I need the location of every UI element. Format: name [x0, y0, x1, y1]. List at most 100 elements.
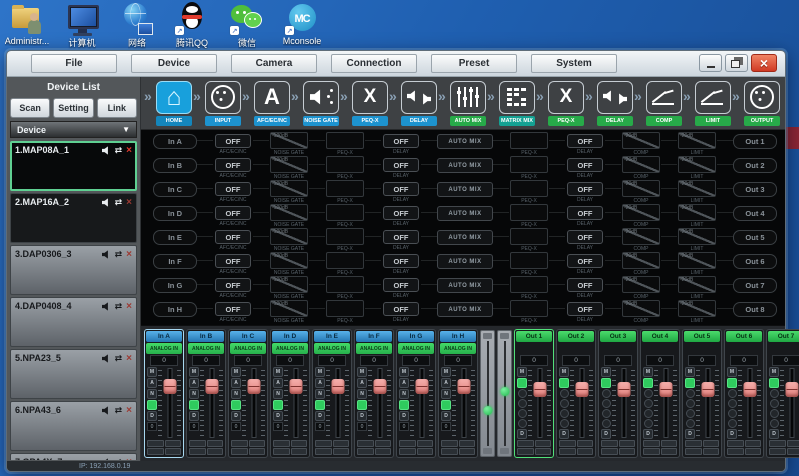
input-peq-box[interactable]	[326, 132, 364, 149]
route-button[interactable]	[559, 440, 576, 447]
toolbar-module-button[interactable]: AFC/EC/NC	[254, 81, 290, 126]
gain-value[interactable]: 0	[772, 355, 799, 366]
source-select-button[interactable]	[686, 399, 695, 408]
route-button[interactable]	[727, 440, 744, 447]
delay-button[interactable]: D	[231, 411, 241, 421]
input-channel-pill[interactable]: In E	[153, 230, 197, 245]
noise-gate-box[interactable]: -120dB	[270, 180, 308, 197]
input-strip-header[interactable]: In E	[314, 331, 350, 342]
limit-box[interactable]: -20dB	[678, 132, 716, 149]
toolbar-module-button[interactable]: HOME	[156, 81, 192, 126]
input-peq-box[interactable]	[326, 228, 364, 245]
desktop-icon[interactable]: 计算机	[59, 2, 105, 49]
fader-knob[interactable]	[785, 382, 798, 397]
signal-button[interactable]	[231, 400, 241, 410]
delay-button[interactable]: D	[601, 429, 611, 439]
route-button[interactable]	[147, 448, 164, 455]
delay-button[interactable]: D	[441, 411, 451, 421]
afc-button[interactable]: A	[441, 378, 451, 388]
output-delay-off-button[interactable]: OFF	[567, 254, 603, 268]
source-select-button[interactable]	[644, 389, 653, 398]
mute-button[interactable]: M	[315, 367, 325, 377]
menu-button[interactable]: System	[531, 54, 617, 73]
route-button[interactable]	[577, 440, 594, 447]
delay-button[interactable]: D	[273, 411, 283, 421]
fader-track[interactable]	[663, 368, 668, 438]
gain-value[interactable]: 0	[150, 355, 178, 366]
source-select-button[interactable]	[560, 389, 569, 398]
device-item[interactable]: 5.NPA23_5 ⇄ ×	[10, 349, 137, 399]
route-button[interactable]	[147, 440, 164, 447]
device-item[interactable]: 2.MAP16A_2 ⇄ ×	[10, 193, 137, 243]
route-button[interactable]	[661, 440, 678, 447]
output-delay-off-button[interactable]: OFF	[567, 302, 603, 316]
route-button[interactable]	[417, 448, 434, 455]
route-button[interactable]	[643, 440, 660, 447]
delay-button[interactable]: D	[147, 411, 157, 421]
limit-box[interactable]: -20dB	[678, 156, 716, 173]
afc-button[interactable]: A	[315, 378, 325, 388]
mute-button[interactable]: M	[727, 367, 737, 377]
route-button[interactable]	[231, 448, 248, 455]
limit-box[interactable]: -20dB	[678, 252, 716, 269]
source-select-button[interactable]	[560, 409, 569, 418]
route-button[interactable]	[273, 440, 290, 447]
sidebar-button[interactable]: Setting	[53, 98, 93, 118]
input-channel-pill[interactable]: In D	[153, 206, 197, 221]
output-peq-box[interactable]	[510, 228, 548, 245]
delay-button[interactable]: D	[643, 429, 653, 439]
fader-knob[interactable]	[743, 382, 756, 397]
auto-mix-button[interactable]: AUTO MIX	[437, 182, 493, 197]
signal-button[interactable]	[357, 400, 367, 410]
auto-mix-button[interactable]: AUTO MIX	[437, 254, 493, 269]
fader-knob[interactable]	[575, 382, 588, 397]
signal-button[interactable]	[189, 400, 199, 410]
remove-device-icon[interactable]: ×	[126, 354, 132, 363]
input-source-button[interactable]: ANALOG IN	[398, 343, 434, 354]
route-button[interactable]	[357, 448, 374, 455]
input-channel-pill[interactable]: In G	[153, 278, 197, 293]
input-channel-pill[interactable]: In C	[153, 182, 197, 197]
device-item[interactable]: 4.DAP0408_4 ⇄ ×	[10, 297, 137, 347]
input-strip-header[interactable]: In G	[398, 331, 434, 342]
toolbar-module-button[interactable]: PEQ-X	[352, 81, 388, 126]
gain-value[interactable]: 0	[360, 355, 388, 366]
mute-button[interactable]: M	[769, 367, 779, 377]
auto-mix-button[interactable]: AUTO MIX	[437, 158, 493, 173]
route-button[interactable]	[601, 440, 618, 447]
output-peq-box[interactable]	[510, 180, 548, 197]
gain-value[interactable]: 0	[192, 355, 220, 366]
afc-off-button[interactable]: OFF	[215, 278, 251, 292]
input-source-button[interactable]: ANALOG IN	[314, 343, 350, 354]
route-button[interactable]	[291, 440, 308, 447]
input-delay-off-button[interactable]: OFF	[383, 206, 419, 220]
afc-off-button[interactable]: OFF	[215, 206, 251, 220]
fader-knob[interactable]	[659, 382, 672, 397]
afc-off-button[interactable]: OFF	[215, 230, 251, 244]
route-button[interactable]	[375, 448, 392, 455]
afc-button[interactable]: A	[189, 378, 199, 388]
mute-button[interactable]: M	[399, 367, 409, 377]
route-button[interactable]	[207, 448, 224, 455]
signal-button[interactable]	[727, 378, 737, 388]
signal-button[interactable]	[601, 378, 611, 388]
delay-button[interactable]: D	[315, 411, 325, 421]
route-button[interactable]	[333, 448, 350, 455]
delay-button[interactable]: D	[357, 411, 367, 421]
fader-knob[interactable]	[701, 382, 714, 397]
output-strip-header[interactable]: Out 3	[600, 331, 636, 342]
output-strip-header[interactable]: Out 7	[768, 331, 799, 342]
sync-loop-icon[interactable]: ⇄	[115, 302, 123, 311]
gain-value[interactable]: 0	[276, 355, 304, 366]
toolbar-module-button[interactable]: NOISE GATE	[303, 81, 339, 126]
nc-button[interactable]: N	[231, 389, 241, 399]
sync-loop-icon[interactable]: ⇄	[115, 458, 123, 460]
source-select-button[interactable]	[728, 399, 737, 408]
auto-mix-button[interactable]: AUTO MIX	[437, 302, 493, 317]
route-button[interactable]	[273, 448, 290, 455]
route-button[interactable]	[189, 448, 206, 455]
desktop-icon[interactable]: Administr...	[4, 2, 50, 49]
output-peq-box[interactable]	[510, 276, 548, 293]
route-button[interactable]	[745, 448, 762, 455]
route-button[interactable]	[189, 440, 206, 447]
